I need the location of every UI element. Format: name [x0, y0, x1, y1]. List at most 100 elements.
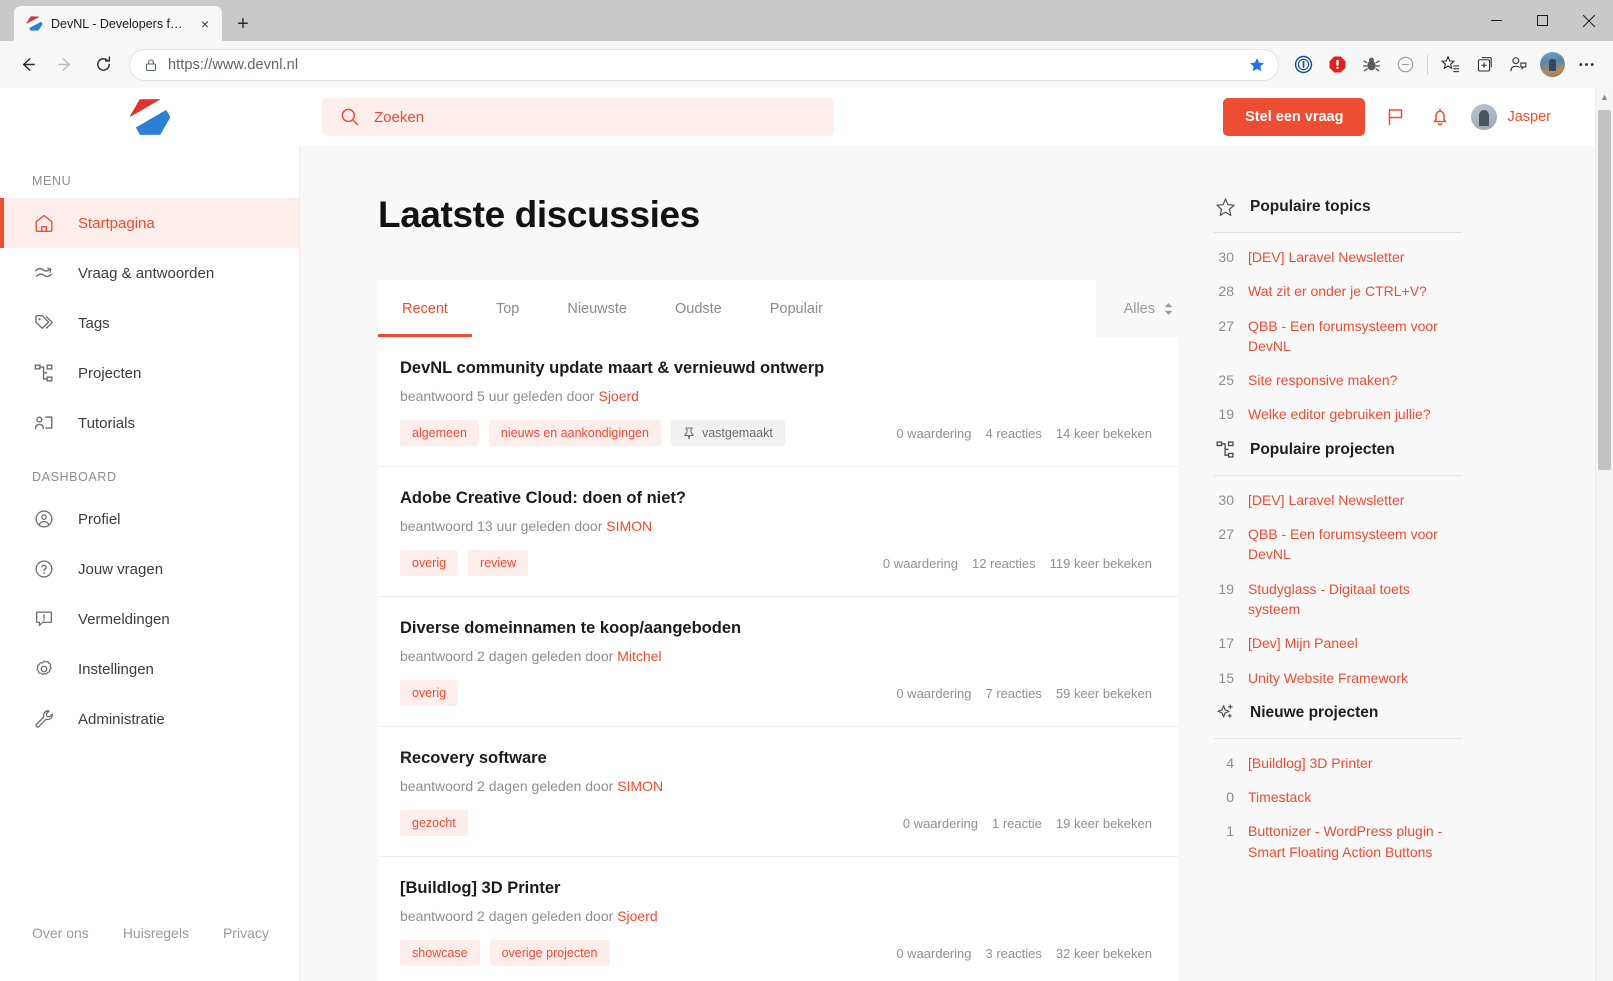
discussion-item[interactable]: [Buildlog] 3D Printer beantwoord 2 dagen…	[378, 857, 1178, 981]
share-person-icon[interactable]	[1501, 48, 1535, 82]
rail-item-label[interactable]: Timestack	[1248, 787, 1311, 807]
rail-list-item[interactable]: 27 QBB - Een forumsysteem voor DevNL	[1214, 316, 1462, 357]
scroll-up-arrow-icon[interactable]: ▲	[1596, 88, 1613, 106]
rail-item-label[interactable]: [DEV] Laravel Newsletter	[1248, 247, 1404, 267]
rail-list-item[interactable]: 19 Welke editor gebruiken jullie?	[1214, 404, 1462, 424]
bell-icon[interactable]	[1427, 104, 1453, 130]
discussion-item[interactable]: Adobe Creative Cloud: doen of niet? bean…	[378, 467, 1178, 597]
1password-icon[interactable]	[1286, 48, 1320, 82]
sidebar-item-tutorials[interactable]: Tutorials	[0, 398, 299, 448]
sort-control[interactable]: Alles	[1095, 280, 1178, 337]
collections-star-icon[interactable]	[1433, 48, 1467, 82]
footer-link-over-ons[interactable]: Over ons	[32, 925, 89, 941]
back-button[interactable]	[8, 48, 46, 82]
minimize-button[interactable]	[1473, 0, 1519, 41]
rail-item-label[interactable]: [Buildlog] 3D Printer	[1248, 753, 1373, 773]
tab-top[interactable]: Top	[472, 280, 543, 337]
site-logo-link[interactable]	[0, 90, 300, 144]
rail-item-label[interactable]: Unity Website Framework	[1248, 668, 1408, 688]
tab-recent[interactable]: Recent	[378, 280, 472, 337]
discussion-author[interactable]: Sjoerd	[598, 388, 638, 404]
sidebar-item-projecten[interactable]: Projecten	[0, 348, 299, 398]
adblock-icon[interactable]	[1320, 48, 1354, 82]
discussion-title[interactable]: Adobe Creative Cloud: doen of niet?	[400, 489, 1152, 508]
sidebar-item-vraag-antwoorden[interactable]: Vraag & antwoorden	[0, 248, 299, 298]
rail-list-item[interactable]: 30 [DEV] Laravel Newsletter	[1214, 490, 1462, 510]
ask-question-button[interactable]: Stel een vraag	[1223, 98, 1366, 136]
sidebar-item-startpagina[interactable]: Startpagina	[0, 198, 299, 248]
rail-list-item[interactable]: 25 Site responsive maken?	[1214, 370, 1462, 390]
settings-more-icon[interactable]	[1569, 48, 1603, 82]
devnl-hexagon-logo-icon	[124, 90, 176, 144]
tab-populair[interactable]: Populair	[746, 280, 847, 337]
sidebar-item-jouw-vragen[interactable]: Jouw vragen	[0, 544, 299, 594]
rail-item-label[interactable]: Welke editor gebruiken jullie?	[1248, 404, 1431, 424]
tag-chip[interactable]: overig	[400, 680, 459, 706]
info-circle-icon[interactable]	[1388, 48, 1422, 82]
page-scrollbar[interactable]: ▲	[1595, 88, 1613, 981]
collections-icon[interactable]	[1467, 48, 1501, 82]
tag-chip[interactable]: overig	[400, 550, 459, 576]
search-input[interactable]: Zoeken	[322, 98, 834, 136]
discussion-title[interactable]: [Buildlog] 3D Printer	[400, 879, 1152, 898]
tab-oudste[interactable]: Oudste	[651, 280, 746, 337]
user-menu[interactable]: Jasper	[1471, 104, 1551, 130]
maximize-button[interactable]	[1519, 0, 1565, 41]
browser-tab[interactable]: DevNL - Developers forum ×	[14, 6, 222, 41]
sidebar-item-tags[interactable]: Tags	[0, 298, 299, 348]
rail-item-label[interactable]: Site responsive maken?	[1248, 370, 1397, 390]
rail-item-label[interactable]: Buttonizer - WordPress plugin - Smart Fl…	[1248, 821, 1462, 862]
discussion-author[interactable]: Mitchel	[617, 648, 661, 664]
tab-nieuwste[interactable]: Nieuwste	[543, 280, 651, 337]
rail-item-label[interactable]: QBB - Een forumsysteem voor DevNL	[1248, 316, 1462, 357]
discussion-author[interactable]: SIMON	[617, 778, 663, 794]
reload-button[interactable]	[84, 48, 122, 82]
divider	[1214, 232, 1462, 233]
forward-button[interactable]	[46, 48, 84, 82]
rail-item-label[interactable]: [DEV] Laravel Newsletter	[1248, 490, 1404, 510]
discussion-title[interactable]: Recovery software	[400, 749, 1152, 768]
address-bar[interactable]: https://www.devnl.nl	[129, 48, 1279, 81]
discussion-title[interactable]: Diverse domeinnamen te koop/aangeboden	[400, 619, 1152, 638]
extension-bug-icon[interactable]	[1354, 48, 1388, 82]
discussion-author[interactable]: SIMON	[606, 518, 652, 534]
sidebar-item-label: Profiel	[78, 510, 121, 528]
flag-icon[interactable]	[1383, 104, 1409, 130]
rail-item-label[interactable]: [Dev] Mijn Paneel	[1248, 633, 1358, 653]
sidebar-item-profiel[interactable]: Profiel	[0, 494, 299, 544]
tag-chip[interactable]: algemeen	[400, 420, 479, 446]
sidebar-item-administratie[interactable]: Administratie	[0, 694, 299, 744]
discussion-item[interactable]: Diverse domeinnamen te koop/aangeboden b…	[378, 597, 1178, 727]
discussion-item[interactable]: DevNL community update maart & vernieuwd…	[378, 337, 1178, 467]
footer-link-privacy[interactable]: Privacy	[223, 925, 269, 941]
tag-chip[interactable]: review	[468, 550, 529, 576]
rail-list-item[interactable]: 19 Studyglass - Digitaal toets systeem	[1214, 579, 1462, 620]
rail-list-item[interactable]: 1 Buttonizer - WordPress plugin - Smart F…	[1214, 821, 1462, 862]
tag-chip[interactable]: nieuws en aankondigingen	[488, 420, 661, 446]
discussion-title[interactable]: DevNL community update maart & vernieuwd…	[400, 359, 1152, 378]
rail-list-item[interactable]: 27 QBB - Een forumsysteem voor DevNL	[1214, 524, 1462, 565]
bookmark-star-icon[interactable]	[1242, 50, 1272, 80]
sidebar-item-instellingen[interactable]: Instellingen	[0, 644, 299, 694]
rail-item-label[interactable]: QBB - Een forumsysteem voor DevNL	[1248, 524, 1462, 565]
rail-list-item[interactable]: 30 [DEV] Laravel Newsletter	[1214, 247, 1462, 267]
discussion-author[interactable]: Sjoerd	[617, 908, 657, 924]
discussion-item[interactable]: Recovery software beantwoord 2 dagen gel…	[378, 727, 1178, 857]
scrollbar-thumb[interactable]	[1598, 110, 1611, 470]
rail-item-label[interactable]: Studyglass - Digitaal toets systeem	[1248, 579, 1462, 620]
sidebar-item-vermeldingen[interactable]: Vermeldingen	[0, 594, 299, 644]
rail-list-item[interactable]: 17 [Dev] Mijn Paneel	[1214, 633, 1462, 653]
rail-list-item[interactable]: 0 Timestack	[1214, 787, 1462, 807]
close-tab-icon[interactable]: ×	[196, 15, 214, 33]
tag-chip[interactable]: overige projecten	[489, 940, 610, 966]
profile-avatar[interactable]	[1535, 48, 1569, 82]
tag-chip[interactable]: showcase	[400, 940, 480, 966]
rail-list-item[interactable]: 4 [Buildlog] 3D Printer	[1214, 753, 1462, 773]
new-tab-button[interactable]: +	[228, 9, 258, 39]
tag-chip[interactable]: gezocht	[400, 810, 468, 836]
rail-item-label[interactable]: Wat zit er onder je CTRL+V?	[1248, 281, 1427, 301]
rail-list-item[interactable]: 15 Unity Website Framework	[1214, 668, 1462, 688]
footer-link-huisregels[interactable]: Huisregels	[123, 925, 189, 941]
rail-list-item[interactable]: 28 Wat zit er onder je CTRL+V?	[1214, 281, 1462, 301]
close-window-button[interactable]	[1565, 0, 1613, 41]
